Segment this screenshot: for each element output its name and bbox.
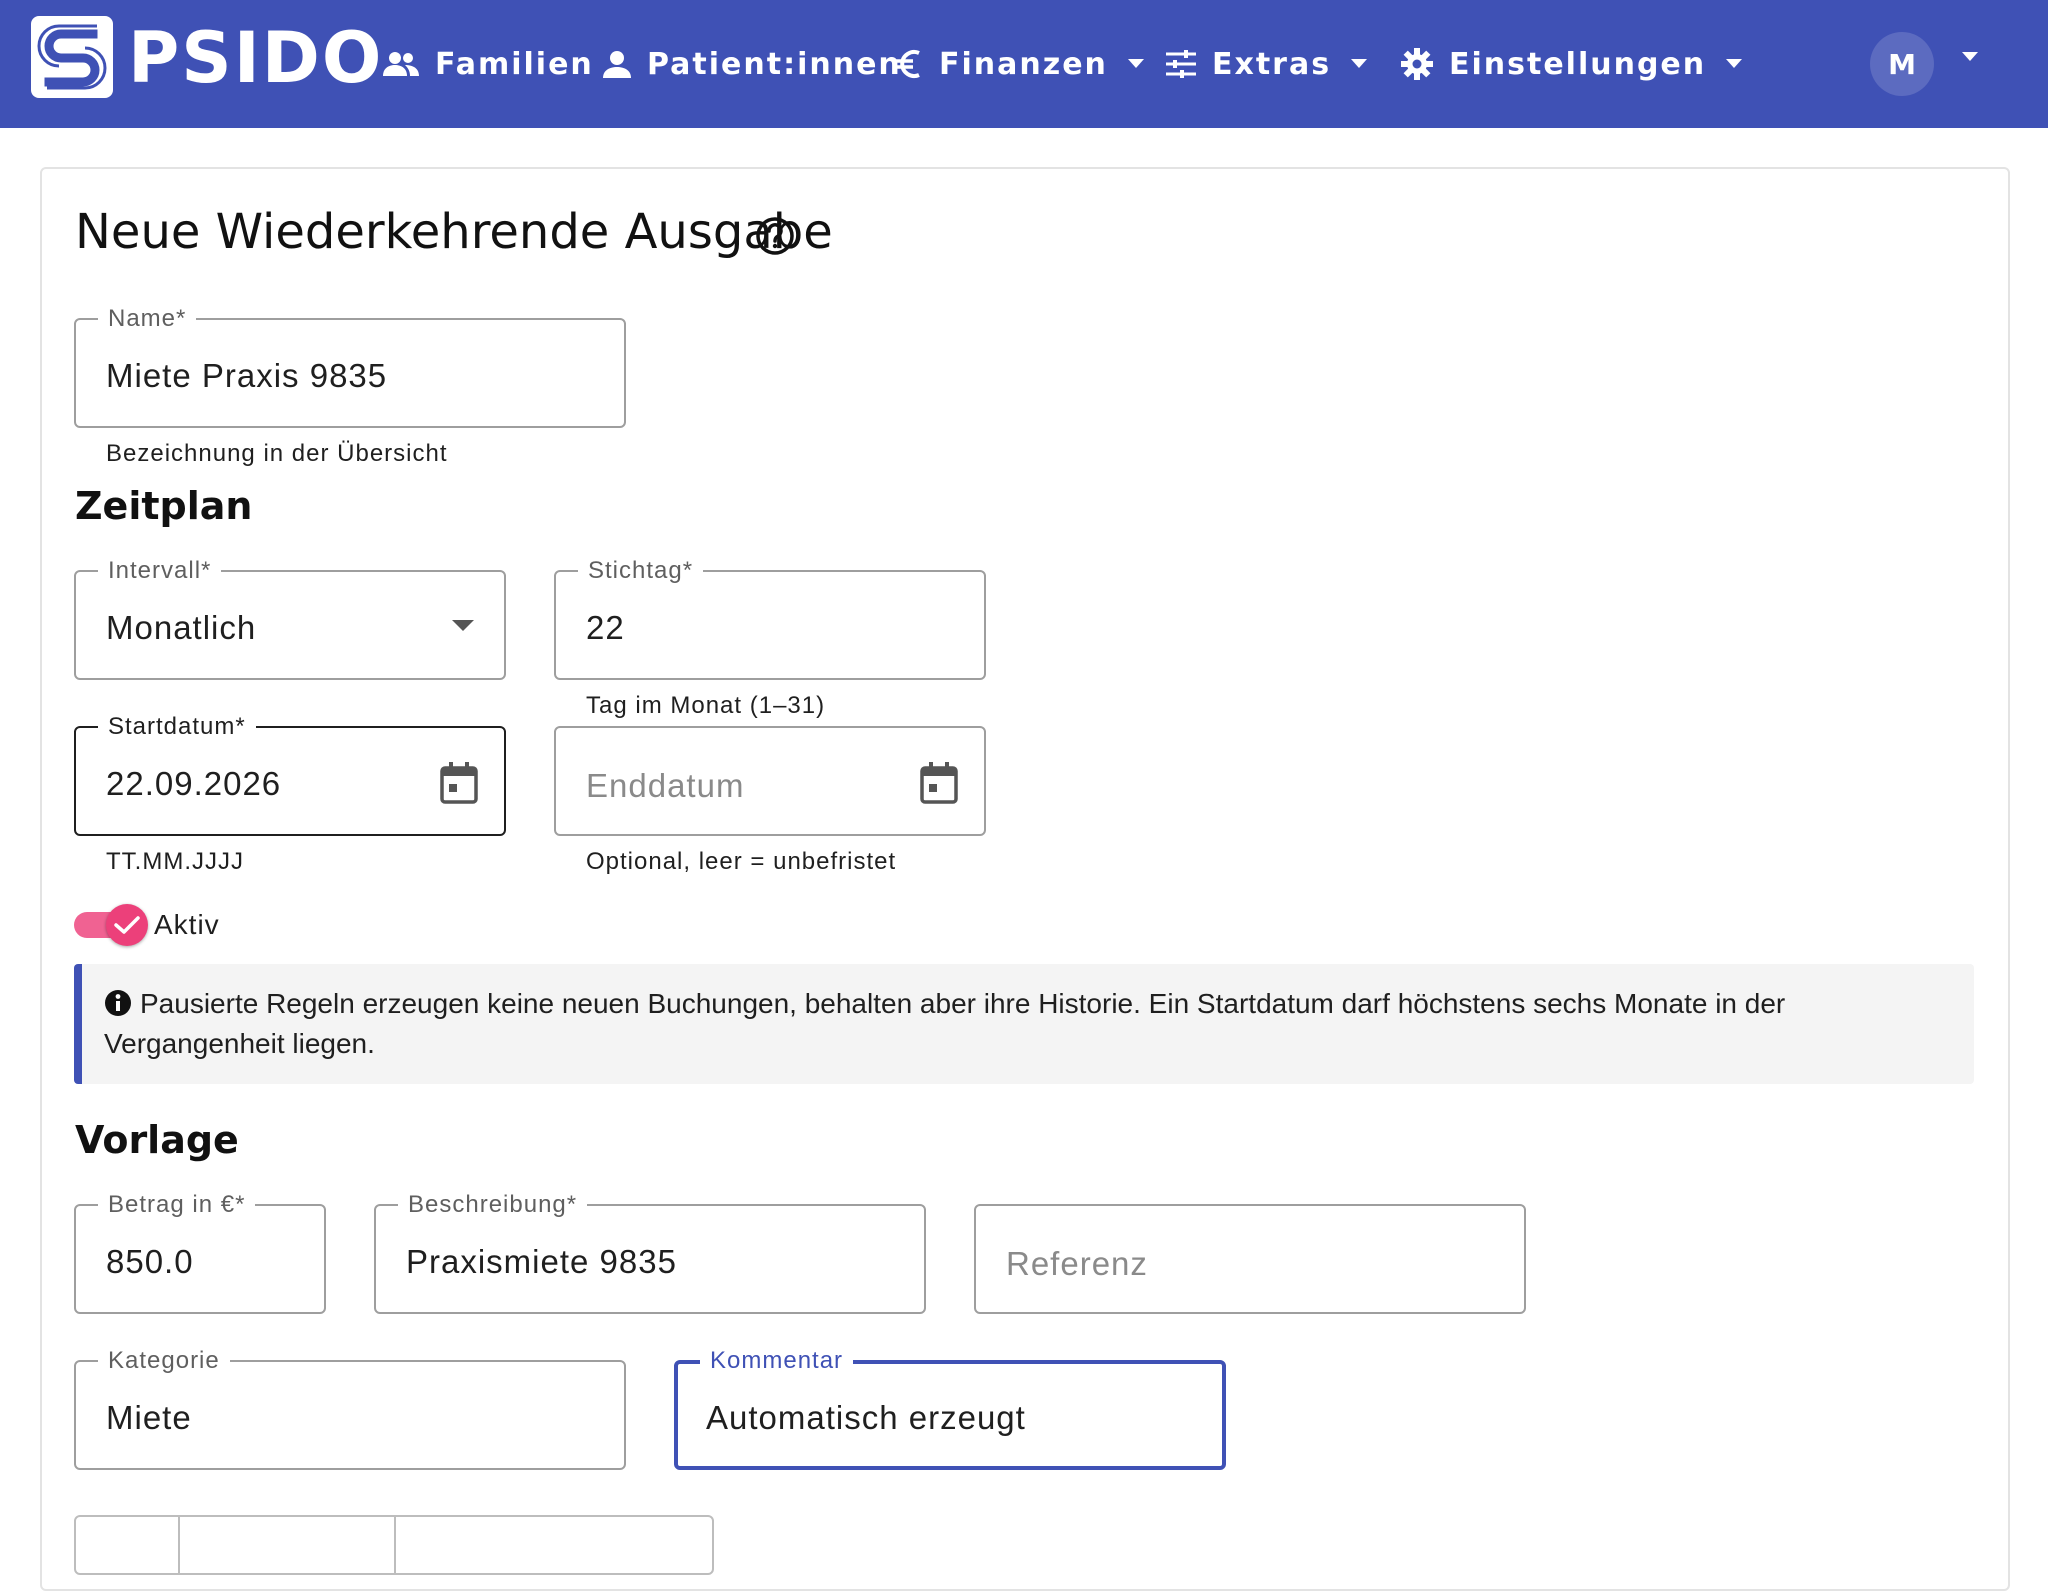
bottom-button-group bbox=[74, 1515, 714, 1575]
active-toggle[interactable] bbox=[106, 904, 148, 946]
amount-label: Betrag in €* bbox=[98, 1191, 256, 1219]
avatar-initial: M bbox=[1888, 47, 1916, 81]
user-avatar[interactable]: M bbox=[1870, 32, 1934, 96]
description-value: Praxismiete 9835 bbox=[406, 1243, 677, 1280]
page-title: Neue Wiederkehrende Ausgabe bbox=[75, 204, 833, 260]
nav-familien[interactable]: Familien bbox=[383, 40, 594, 88]
euro-icon bbox=[895, 50, 920, 78]
bottom-button-1[interactable] bbox=[76, 1517, 180, 1573]
person-icon bbox=[603, 51, 631, 78]
due-day-label: Stichtag* bbox=[578, 557, 704, 585]
interval-select[interactable]: Intervall* Monatlich bbox=[74, 557, 506, 680]
end-date-placeholder: Enddatum bbox=[586, 767, 745, 804]
end-date-field[interactable]: Enddatum bbox=[554, 726, 986, 836]
gear-icon bbox=[1401, 48, 1433, 80]
active-toggle-label: Aktiv bbox=[154, 909, 220, 940]
chevron-down-icon bbox=[1351, 59, 1368, 68]
info-text: Pausierte Regeln erzeugen keine neuen Bu… bbox=[104, 988, 1786, 1059]
nav-extras[interactable]: Extras bbox=[1166, 40, 1368, 88]
category-label: Kategorie bbox=[98, 1347, 230, 1375]
category-field[interactable]: Kategorie Miete bbox=[74, 1347, 626, 1470]
comment-label: Kommentar bbox=[700, 1347, 854, 1375]
nav-finanzen-label: Finanzen bbox=[939, 46, 1108, 82]
dropdown-arrow-icon bbox=[452, 620, 474, 631]
nav-einstellungen-label: Einstellungen bbox=[1449, 46, 1707, 82]
chevron-down-icon[interactable] bbox=[1962, 52, 1978, 62]
end-date-hint: Optional, leer = unbefristet bbox=[586, 848, 897, 875]
description-field[interactable]: Beschreibung* Praxismiete 9835 bbox=[374, 1191, 926, 1314]
nav-extras-label: Extras bbox=[1212, 46, 1332, 82]
nav-patientinnen[interactable]: Patient:innen bbox=[603, 40, 902, 88]
due-day-field[interactable]: Stichtag* 22 bbox=[554, 557, 986, 680]
name-hint: Bezeichnung in der Übersicht bbox=[106, 440, 448, 467]
brand-name[interactable]: PSIDO bbox=[128, 18, 383, 98]
bottom-button-3[interactable] bbox=[396, 1517, 712, 1573]
nav-einstellungen[interactable]: Einstellungen bbox=[1401, 40, 1743, 88]
bottom-button-2[interactable] bbox=[180, 1517, 396, 1573]
category-value: Miete bbox=[106, 1399, 192, 1436]
schedule-section-title: Zeitplan bbox=[75, 484, 253, 528]
people-icon bbox=[383, 52, 419, 76]
name-label: Name* bbox=[98, 305, 197, 333]
start-date-label: Startdatum* bbox=[98, 713, 256, 741]
comment-field[interactable]: Kommentar Automatisch erzeugt bbox=[674, 1347, 1226, 1470]
chevron-down-icon bbox=[1127, 59, 1144, 68]
name-field[interactable]: Name* Miete Praxis 9835 bbox=[74, 305, 626, 428]
start-date-hint: TT.MM.JJJJ bbox=[106, 848, 244, 875]
due-day-hint: Tag im Monat (1–31) bbox=[586, 692, 826, 719]
tune-icon bbox=[1166, 50, 1196, 78]
nav-familien-label: Familien bbox=[435, 46, 594, 82]
nav-patientinnen-label: Patient:innen bbox=[647, 46, 902, 82]
calendar-icon[interactable] bbox=[920, 762, 958, 804]
amount-field[interactable]: Betrag in €* 850.0 bbox=[74, 1191, 326, 1314]
psido-logo-icon[interactable] bbox=[31, 16, 113, 98]
top-navbar: PSIDO Familien Patient:innen Finanzen Ex… bbox=[0, 0, 2048, 128]
nav-finanzen[interactable]: Finanzen bbox=[893, 40, 1144, 88]
amount-value: 850.0 bbox=[106, 1243, 194, 1280]
chevron-down-icon bbox=[1726, 59, 1743, 68]
template-section-title: Vorlage bbox=[75, 1118, 239, 1162]
reference-placeholder: Referenz bbox=[1006, 1245, 1148, 1282]
description-label: Beschreibung* bbox=[398, 1191, 588, 1219]
interval-label: Intervall* bbox=[98, 557, 222, 585]
comment-value: Automatisch erzeugt bbox=[706, 1399, 1026, 1436]
reference-field[interactable]: Referenz bbox=[974, 1204, 1526, 1314]
interval-value: Monatlich bbox=[106, 609, 257, 646]
start-date-value: 22.09.2026 bbox=[106, 765, 282, 802]
due-day-value: 22 bbox=[586, 609, 625, 646]
calendar-icon[interactable] bbox=[440, 762, 478, 804]
start-date-field[interactable]: Startdatum* 22.09.2026 bbox=[74, 713, 506, 836]
help-icon[interactable] bbox=[755, 216, 795, 256]
info-icon bbox=[105, 990, 131, 1016]
check-icon bbox=[114, 916, 140, 934]
name-value: Miete Praxis 9835 bbox=[106, 357, 388, 394]
info-box: Pausierte Regeln erzeugen keine neuen Bu… bbox=[74, 964, 1974, 1084]
